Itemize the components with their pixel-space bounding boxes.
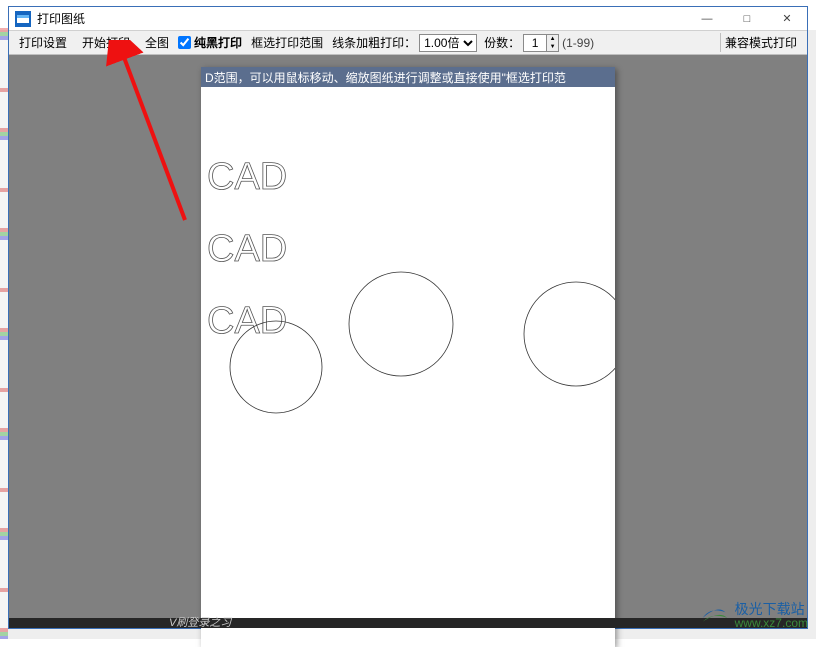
- preview-area[interactable]: D范围，可以用鼠标移动、缩放图纸进行调整或直接使用"框选打印范 CAD CAD …: [9, 55, 807, 618]
- watermark-brand: 极光下载站: [735, 602, 808, 616]
- maximize-button[interactable]: □: [727, 7, 767, 30]
- frame-range-button[interactable]: 框选打印范围: [245, 33, 329, 52]
- cad-text-1-glyph: CAD: [207, 159, 287, 198]
- preview-banner: D范围，可以用鼠标移动、缩放图纸进行调整或直接使用"框选打印范: [201, 67, 615, 87]
- minimize-button[interactable]: —: [687, 7, 727, 30]
- copies-up[interactable]: ▲: [546, 35, 558, 43]
- start-print-button[interactable]: 开始打印: [76, 33, 136, 52]
- circle-3: [523, 281, 615, 387]
- circle-1: [229, 320, 323, 414]
- pure-black-checkbox-wrap[interactable]: 纯黑打印: [178, 34, 242, 51]
- print-settings-button[interactable]: 打印设置: [13, 33, 73, 52]
- line-bold-select[interactable]: 1.00倍: [419, 34, 477, 52]
- toolbar: 打印设置 开始打印 全图 纯黑打印 框选打印范围 线条加粗打印： 1.00倍 份…: [9, 31, 807, 55]
- window-controls: — □ ✕: [687, 7, 807, 30]
- watermark: 极光下载站 www.xz7.com: [699, 601, 808, 631]
- cad-text-2: CAD: [207, 231, 327, 271]
- bottom-strip: V刷登录之习: [9, 618, 807, 628]
- app-icon: [15, 11, 31, 27]
- copies-down[interactable]: ▼: [546, 43, 558, 51]
- watermark-url: www.xz7.com: [735, 616, 808, 630]
- preview-page: D范围，可以用鼠标移动、缩放图纸进行调整或直接使用"框选打印范 CAD CAD …: [201, 67, 615, 647]
- copies-input[interactable]: [524, 35, 546, 51]
- window-title: 打印图纸: [37, 10, 85, 27]
- print-window: 打印图纸 — □ ✕ 打印设置 开始打印 全图 纯黑打印 框选打印范围 线条加粗…: [8, 6, 808, 629]
- bottom-strip-label: V刷登录之习: [169, 614, 231, 630]
- cad-text-1: CAD: [207, 159, 327, 199]
- cad-text-2-glyph: CAD: [207, 231, 287, 270]
- compat-mode-button[interactable]: 兼容模式打印: [720, 33, 803, 52]
- watermark-logo-icon: [699, 601, 729, 631]
- copies-range-label: (1-99): [562, 36, 594, 50]
- background-edge-strip: [0, 28, 8, 639]
- copies-label: 份数：: [484, 34, 520, 51]
- copies-spinner[interactable]: ▲ ▼: [523, 34, 559, 52]
- circle-2: [348, 271, 454, 377]
- titlebar[interactable]: 打印图纸 — □ ✕: [9, 7, 807, 31]
- full-drawing-button[interactable]: 全图: [139, 33, 175, 52]
- close-button[interactable]: ✕: [767, 7, 807, 30]
- line-bold-label: 线条加粗打印：: [332, 34, 416, 51]
- pure-black-label: 纯黑打印: [194, 34, 242, 51]
- pure-black-checkbox[interactable]: [178, 36, 191, 49]
